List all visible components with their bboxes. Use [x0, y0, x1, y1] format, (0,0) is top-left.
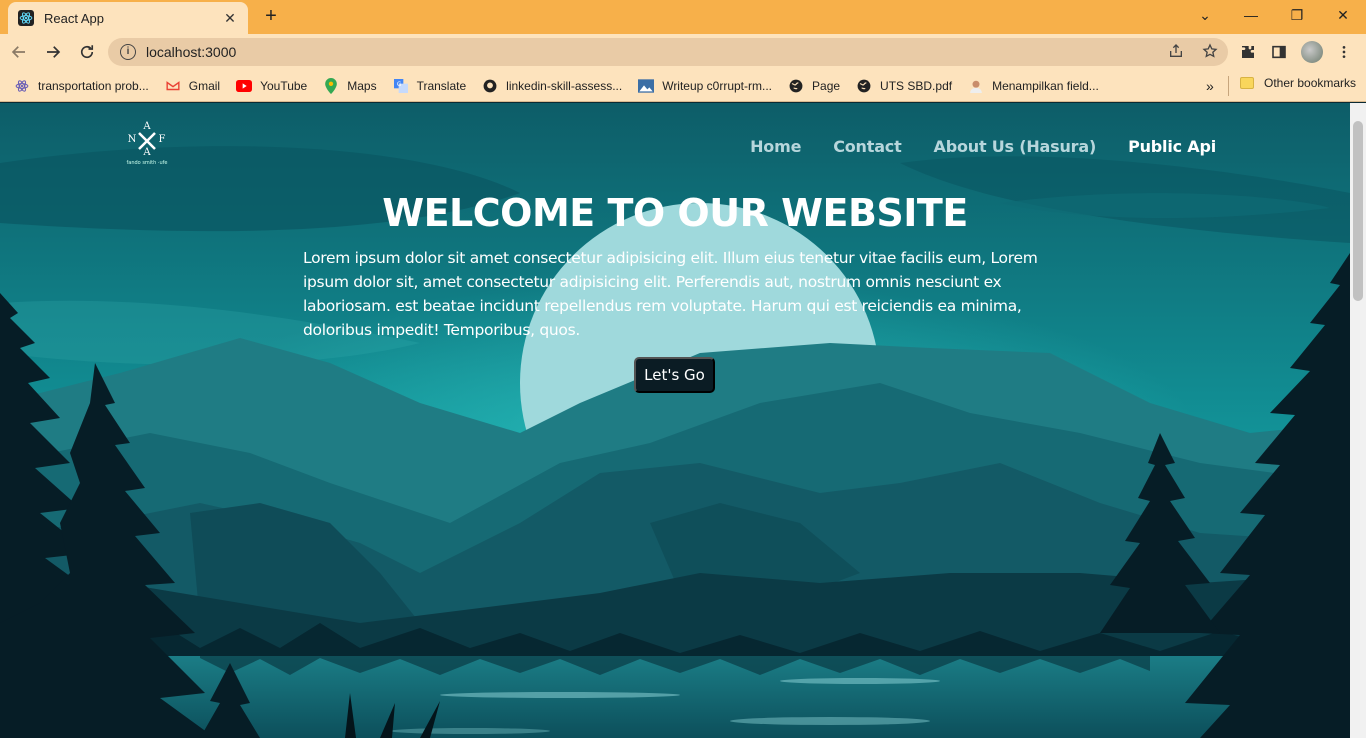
bookmark-item[interactable]: Maps — [323, 77, 377, 94]
browser-tab[interactable]: React App ✕ — [8, 2, 248, 34]
logo-letter-top: A — [142, 121, 151, 132]
bookmarks-bar: transportation prob... Gmail YouTube Maps G T… — [0, 70, 1366, 102]
scrollbar-thumb[interactable] — [1353, 121, 1363, 301]
bookmark-star-icon[interactable] — [1202, 43, 1218, 62]
tab-close-icon[interactable]: ✕ — [222, 10, 238, 27]
hero-description: Lorem ipsum dolor sit amet consectetur a… — [303, 249, 1038, 339]
main-nav: Home Contact About Us (Hasura) Public Ap… — [750, 137, 1216, 156]
react-icon — [14, 78, 30, 94]
tab-title: React App — [44, 10, 104, 26]
bookmark-label: Writeup c0rrupt-rm... — [662, 78, 773, 93]
bookmark-label: YouTube — [260, 78, 308, 93]
nav-contact[interactable]: Contact — [833, 137, 902, 156]
bookmark-label: UTS SBD.pdf — [880, 78, 953, 93]
gmail-icon — [165, 78, 181, 94]
globe-icon — [856, 78, 872, 94]
bookmark-label: transportation prob... — [38, 78, 149, 93]
other-bookmarks-label: Other bookmarks — [1264, 76, 1357, 90]
bookmark-label: Menampilkan field... — [992, 78, 1099, 93]
image-icon — [638, 78, 655, 94]
youtube-icon — [236, 78, 253, 94]
bookmark-label: linkedin-skill-assess... — [506, 78, 623, 93]
logo-caption: fando smith ·ufe — [127, 160, 168, 166]
menu-kebab-icon[interactable] — [1332, 40, 1356, 64]
restore-button[interactable]: ❐ — [1274, 0, 1320, 30]
site-info-icon[interactable]: i — [120, 44, 136, 60]
address-bar[interactable]: i localhost:3000 — [108, 38, 1228, 66]
side-panel-icon[interactable] — [1267, 40, 1291, 64]
back-arrow-icon[interactable] — [4, 37, 34, 67]
forward-arrow-icon[interactable] — [38, 37, 68, 67]
nav-home[interactable]: Home — [750, 137, 801, 156]
site-logo[interactable]: A N F A fando smith ·ufe — [120, 117, 174, 167]
extensions-puzzle-icon[interactable] — [1236, 40, 1260, 64]
page-scrollbar[interactable] — [1350, 103, 1366, 738]
globe-icon — [788, 78, 804, 94]
url-text[interactable]: localhost:3000 — [146, 44, 236, 60]
logo-letter-right: F — [159, 134, 166, 145]
svg-text:G: G — [396, 82, 401, 88]
lets-go-button[interactable]: Let's Go — [634, 357, 715, 393]
react-favicon-icon — [18, 10, 34, 26]
maps-icon — [323, 77, 339, 94]
bookmark-item[interactable]: Menampilkan field... — [968, 78, 1099, 94]
bookmark-item[interactable]: G Translate — [393, 78, 467, 94]
bookmark-item[interactable]: Gmail — [165, 78, 220, 94]
nav-about-us[interactable]: About Us (Hasura) — [934, 137, 1097, 156]
share-icon[interactable] — [1168, 43, 1184, 62]
bookmark-item[interactable]: Page — [788, 78, 840, 94]
folder-icon — [1240, 77, 1254, 89]
bookmark-label: Translate — [416, 78, 467, 93]
browser-tabstrip: React App ✕ + ⌄ — ❐ ✕ — [0, 0, 1366, 34]
bookmarks-divider — [1228, 76, 1229, 96]
bookmarks-overflow-icon[interactable]: » — [1206, 78, 1214, 94]
reload-icon[interactable] — [72, 37, 102, 67]
bookmark-label: Maps — [347, 78, 377, 93]
bookmark-item[interactable]: Writeup c0rrupt-rm... — [638, 78, 772, 94]
tab-search-icon[interactable]: ⌄ — [1182, 0, 1228, 30]
nav-public-api[interactable]: Public Api — [1128, 137, 1216, 156]
minimize-button[interactable]: — — [1228, 0, 1274, 30]
bookmark-item[interactable]: YouTube — [236, 78, 307, 94]
person-icon — [968, 78, 984, 94]
new-tab-button[interactable]: + — [260, 6, 282, 28]
hero-title: WELCOME TO OUR WEBSITE — [382, 191, 968, 235]
bookmark-item[interactable]: UTS SBD.pdf — [856, 78, 952, 94]
bookmark-label: Gmail — [188, 78, 221, 93]
bookmark-item[interactable]: transportation prob... — [14, 78, 149, 94]
bookmark-label: Page — [812, 78, 841, 93]
logo-letter-bottom: A — [142, 147, 151, 158]
bookmark-item[interactable]: linkedin-skill-assess... — [482, 78, 622, 94]
logo-letter-left: N — [128, 134, 137, 145]
github-icon — [482, 78, 498, 94]
profile-avatar[interactable] — [1301, 41, 1323, 63]
close-window-button[interactable]: ✕ — [1320, 0, 1366, 30]
page-viewport: A N F A fando smith ·ufe Home Contact Ab… — [0, 103, 1350, 738]
translate-icon: G — [393, 78, 409, 94]
other-bookmarks-folder[interactable]: Other bookmarks — [1240, 76, 1356, 90]
